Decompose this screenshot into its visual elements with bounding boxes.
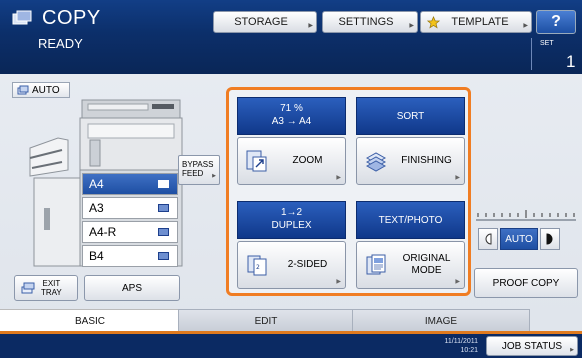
two-sided-label: 2-SIDED: [287, 259, 328, 270]
tray-icon: [158, 180, 169, 188]
duplex-icon: 2: [247, 255, 267, 276]
exit-tray-button[interactable]: EXIT TRAY: [14, 275, 78, 301]
tray-icon: [158, 252, 169, 260]
date-text: 11/11/2011: [444, 338, 478, 345]
tray-icon: [158, 204, 169, 212]
tray-a3[interactable]: A3: [82, 197, 178, 219]
copy-icon: [12, 10, 32, 25]
tab-basic[interactable]: BASIC: [0, 309, 180, 333]
divider: [531, 38, 532, 70]
original-mode-line1: ORIGINAL: [402, 253, 451, 264]
copy-screen: { "header": { "title": "COPY", "status":…: [0, 0, 582, 358]
time-text: 10:21: [460, 347, 478, 354]
auto-paper-chip[interactable]: AUTO: [12, 82, 70, 98]
storage-label: STORAGE: [234, 16, 288, 28]
zoom-info: 71 % A3 → A4: [237, 97, 346, 135]
auto-paper-icon: [17, 85, 29, 95]
two-sided-button[interactable]: 2 2-SIDED ▶: [237, 241, 346, 289]
bypass-feed-button[interactable]: BYPASS FEED ▶: [178, 155, 220, 185]
tray-label: A4-R: [89, 225, 117, 239]
original-type: TEXT/PHOTO: [378, 214, 443, 226]
lighter-icon: [485, 233, 492, 245]
job-status-label: JOB STATUS: [501, 340, 563, 352]
zoom-button[interactable]: ZOOM ▶: [237, 137, 346, 185]
storage-button[interactable]: STORAGE ▶: [213, 11, 317, 33]
sort-mode: SORT: [396, 110, 425, 122]
finishing-label: FINISHING: [401, 155, 452, 166]
original-mode-line2: MODE: [411, 265, 442, 276]
exit-tray-icon: [21, 282, 35, 294]
triangle-icon: ▶: [570, 347, 574, 353]
template-label: TEMPLATE: [451, 16, 509, 28]
date-time: 11/11/2011 10:21: [420, 337, 478, 355]
zoom-label: ZOOM: [292, 155, 323, 166]
original-mode-group: TEXT/PHOTO ORIGINAL MODE ▶: [356, 201, 465, 289]
template-button[interactable]: TEMPLATE ▶: [420, 11, 532, 33]
tab-image[interactable]: IMAGE: [352, 309, 530, 333]
auto-paper-label: AUTO: [32, 84, 60, 96]
tab-edit[interactable]: EDIT: [178, 309, 354, 333]
finishing-info: SORT: [356, 97, 465, 135]
zoom-sizes: A3 → A4: [271, 116, 312, 127]
original-info: TEXT/PHOTO: [356, 201, 465, 239]
darker-icon: [546, 233, 553, 245]
triangle-icon: ▶: [455, 279, 460, 285]
density-control: AUTO: [478, 228, 560, 250]
help-button[interactable]: ?: [536, 10, 576, 34]
tray-label: A4: [89, 177, 104, 191]
triangle-icon: ▶: [523, 23, 528, 29]
triangle-icon: ▶: [455, 175, 460, 181]
set-count: 1: [566, 52, 576, 71]
aps-button[interactable]: APS: [84, 275, 180, 301]
duplex-mode: 1→2: [280, 207, 303, 218]
function-panel: 71 % A3 → A4 ZOOM ▶ SORT FINISHING ▶ 1→2…: [226, 87, 471, 296]
bypass-label-line1: BYPASS: [182, 160, 214, 169]
tab-bar: BASIC EDIT IMAGE: [0, 309, 582, 333]
tray-icon: [158, 228, 169, 236]
finishing-group: SORT FINISHING ▶: [356, 97, 465, 185]
zoom-icon: [246, 150, 267, 172]
tray-a4-r[interactable]: A4-R: [82, 221, 178, 243]
density-scale: [476, 210, 576, 221]
triangle-icon: ▶: [336, 175, 341, 181]
header-bar: COPY READY STORAGE ▶ SETTINGS ▶ TEMPLATE…: [0, 0, 582, 74]
lighter-button[interactable]: [478, 228, 498, 250]
finishing-icon: [365, 152, 387, 172]
job-status-button[interactable]: JOB STATUS ▶: [486, 336, 578, 356]
star-icon: [427, 16, 440, 29]
triangle-icon: ▶: [212, 173, 216, 179]
original-mode-label: ORIGINAL MODE: [393, 253, 460, 277]
proof-copy-button[interactable]: PROOF COPY: [474, 268, 578, 298]
darker-button[interactable]: [540, 228, 560, 250]
original-mode-button[interactable]: ORIGINAL MODE ▶: [356, 241, 465, 289]
triangle-icon: ▶: [409, 23, 414, 29]
set-label: SET: [540, 40, 554, 47]
settings-button[interactable]: SETTINGS ▶: [322, 11, 418, 33]
duplex-info: 1→2 DUPLEX: [237, 201, 346, 239]
zoom-ratio: 71 %: [280, 103, 303, 114]
duplex-text: DUPLEX: [271, 220, 312, 231]
page-title: COPY: [42, 7, 101, 29]
settings-label: SETTINGS: [338, 16, 394, 28]
machine-status: READY: [38, 36, 83, 51]
svg-text:2: 2: [256, 264, 260, 271]
exit-tray-line1: EXIT: [42, 279, 61, 288]
triangle-icon: ▶: [336, 279, 341, 285]
tray-a4[interactable]: A4: [82, 173, 178, 195]
density-auto-button[interactable]: AUTO: [500, 228, 538, 250]
zoom-group: 71 % A3 → A4 ZOOM ▶: [237, 97, 346, 185]
tray-label: A3: [89, 201, 104, 215]
tray-label: B4: [89, 249, 104, 263]
original-mode-icon: [366, 254, 386, 275]
triangle-icon: ▶: [308, 23, 313, 29]
tray-b4[interactable]: B4: [82, 245, 178, 267]
exit-tray-line2: TRAY: [41, 288, 62, 297]
duplex-group: 1→2 DUPLEX 2 2-SIDED ▶: [237, 201, 346, 289]
finishing-button[interactable]: FINISHING ▶: [356, 137, 465, 185]
